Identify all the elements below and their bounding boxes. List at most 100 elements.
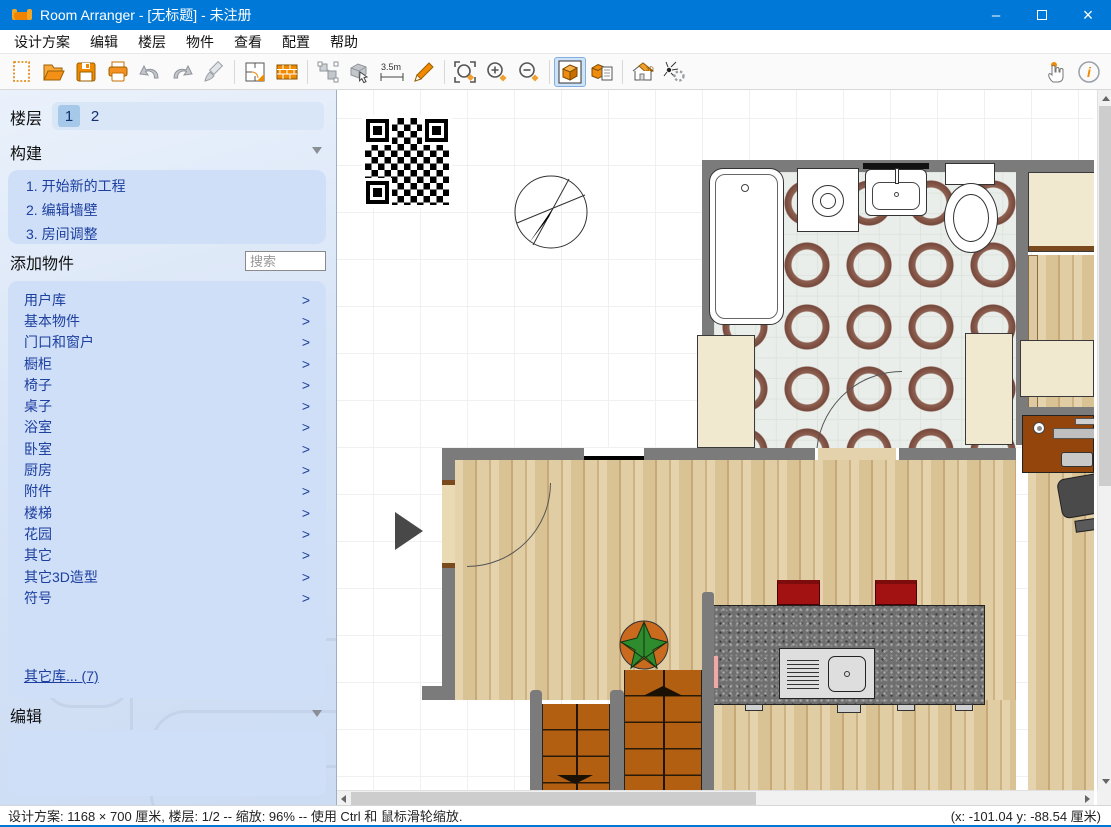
bar-stool[interactable] [875, 580, 917, 605]
category-garden[interactable]: 花园> [8, 523, 326, 544]
category-kitchen[interactable]: 厨房> [8, 459, 326, 480]
category-basic-objects[interactable]: 基本物件> [8, 310, 326, 331]
open-folder-icon [41, 59, 67, 85]
scroll-down-icon[interactable] [1102, 779, 1110, 784]
view-3d-button[interactable] [554, 57, 586, 87]
category-symbols[interactable]: 符号> [8, 587, 326, 608]
cursor-marker[interactable] [395, 512, 423, 550]
format-brush-button[interactable] [198, 57, 230, 87]
wall[interactable] [702, 592, 714, 790]
chevron-right-icon: > [302, 569, 310, 585]
zoom-fit-button[interactable] [449, 57, 481, 87]
menu-design[interactable]: 设计方案 [4, 30, 80, 54]
vertical-scroll-thumb[interactable] [1099, 106, 1111, 486]
minimize-button[interactable]: – [973, 0, 1019, 30]
wall[interactable] [610, 690, 624, 790]
horizontal-scroll-thumb[interactable] [351, 792, 756, 805]
qr-code[interactable] [362, 115, 452, 208]
toolbar: 3.5m 3D [0, 54, 1111, 90]
floor-tab-1[interactable]: 1 [58, 105, 80, 127]
more-libraries-link[interactable]: 其它库... (7) [24, 666, 99, 686]
door-opening[interactable] [442, 480, 455, 568]
compass-rose[interactable] [512, 173, 590, 251]
plant[interactable] [617, 618, 671, 672]
save-button[interactable] [70, 57, 102, 87]
floor-plan-canvas[interactable] [337, 90, 1094, 790]
category-misc-3d[interactable]: 其它3D造型> [8, 566, 326, 587]
closet[interactable] [1020, 340, 1094, 397]
wall-brick-button[interactable] [271, 57, 303, 87]
desk[interactable] [1022, 415, 1094, 473]
pan-hand-button[interactable] [1041, 57, 1073, 87]
window[interactable] [584, 448, 644, 460]
close-button[interactable]: × [1065, 0, 1111, 30]
open-button[interactable] [38, 57, 70, 87]
svg-text:i: i [1087, 64, 1092, 80]
category-chairs[interactable]: 椅子> [8, 374, 326, 395]
draw-pencil-button[interactable] [408, 57, 440, 87]
menu-floors[interactable]: 楼层 [128, 30, 176, 54]
bar-stool[interactable] [777, 580, 820, 605]
new-document-button[interactable] [6, 57, 38, 87]
floor-plan-button[interactable] [239, 57, 271, 87]
category-misc[interactable]: 其它> [8, 545, 326, 566]
wall[interactable] [442, 448, 1016, 460]
view-3d-list-button[interactable] [586, 57, 618, 87]
menu-help[interactable]: 帮助 [320, 30, 368, 54]
floor-tab-2[interactable]: 2 [84, 105, 106, 127]
menu-edit[interactable]: 编辑 [80, 30, 128, 54]
vertical-scrollbar[interactable] [1097, 90, 1111, 790]
info-button[interactable]: i [1073, 57, 1105, 87]
build-step-adjust-rooms[interactable]: 3. 房间调整 [8, 222, 326, 246]
edit-collapse-icon[interactable] [312, 710, 322, 717]
scroll-up-icon[interactable] [1102, 96, 1110, 101]
wall[interactable] [1016, 172, 1028, 445]
category-tables[interactable]: 桌子> [8, 395, 326, 416]
menu-objects[interactable]: 物件 [176, 30, 224, 54]
category-doors-windows[interactable]: 门口和窗户> [8, 332, 326, 353]
search-input[interactable] [245, 251, 326, 271]
svg-text:3.5m: 3.5m [381, 62, 401, 72]
zoom-in-button[interactable] [481, 57, 513, 87]
maximize-button[interactable] [1019, 0, 1065, 30]
undo-button[interactable] [134, 57, 166, 87]
stairs-down[interactable] [542, 704, 610, 790]
bathroom-sink[interactable] [863, 163, 929, 218]
wall[interactable] [422, 686, 455, 700]
scroll-right-icon[interactable] [1085, 795, 1090, 803]
object-3d-pointer-button[interactable] [344, 57, 376, 87]
closet[interactable] [1028, 172, 1094, 252]
menu-view[interactable]: 查看 [224, 30, 272, 54]
category-stairs[interactable]: 楼梯> [8, 502, 326, 523]
select-objects-button[interactable] [312, 57, 344, 87]
bathroom-cabinet[interactable] [697, 335, 755, 448]
menu-options[interactable]: 配置 [272, 30, 320, 54]
door-opening[interactable] [815, 448, 899, 460]
washing-machine[interactable] [797, 168, 859, 232]
measure-button[interactable]: 3.5m [376, 57, 408, 87]
kitchen-island[interactable] [712, 605, 985, 705]
redo-button[interactable] [166, 57, 198, 87]
category-cabinets[interactable]: 橱柜> [8, 353, 326, 374]
scroll-left-icon[interactable] [341, 795, 346, 803]
category-user-library[interactable]: 用户库> [8, 289, 326, 310]
island-sink[interactable] [779, 648, 875, 699]
zoom-out-button[interactable] [513, 57, 545, 87]
walkthrough-button[interactable] [659, 57, 691, 87]
bathtub[interactable] [709, 168, 784, 325]
build-step-edit-walls[interactable]: 2. 编辑墙壁 [8, 198, 326, 222]
window-title: Room Arranger - [无标题] - 未注册 [40, 5, 252, 25]
stairs-up[interactable] [624, 670, 702, 790]
chevron-right-icon: > [302, 419, 310, 435]
horizontal-scrollbar[interactable] [337, 790, 1094, 805]
category-bedroom[interactable]: 卧室> [8, 438, 326, 459]
print-button[interactable] [102, 57, 134, 87]
wall[interactable] [530, 690, 542, 790]
category-bathroom[interactable]: 浴室> [8, 417, 326, 438]
toilet[interactable] [942, 163, 1000, 255]
category-accessories[interactable]: 附件> [8, 481, 326, 502]
build-step-new-project[interactable]: 1. 开始新的工程 [8, 174, 326, 198]
build-collapse-icon[interactable] [312, 147, 322, 154]
house-3d-button[interactable]: 3D [627, 57, 659, 87]
bathroom-cabinet[interactable] [965, 333, 1013, 445]
